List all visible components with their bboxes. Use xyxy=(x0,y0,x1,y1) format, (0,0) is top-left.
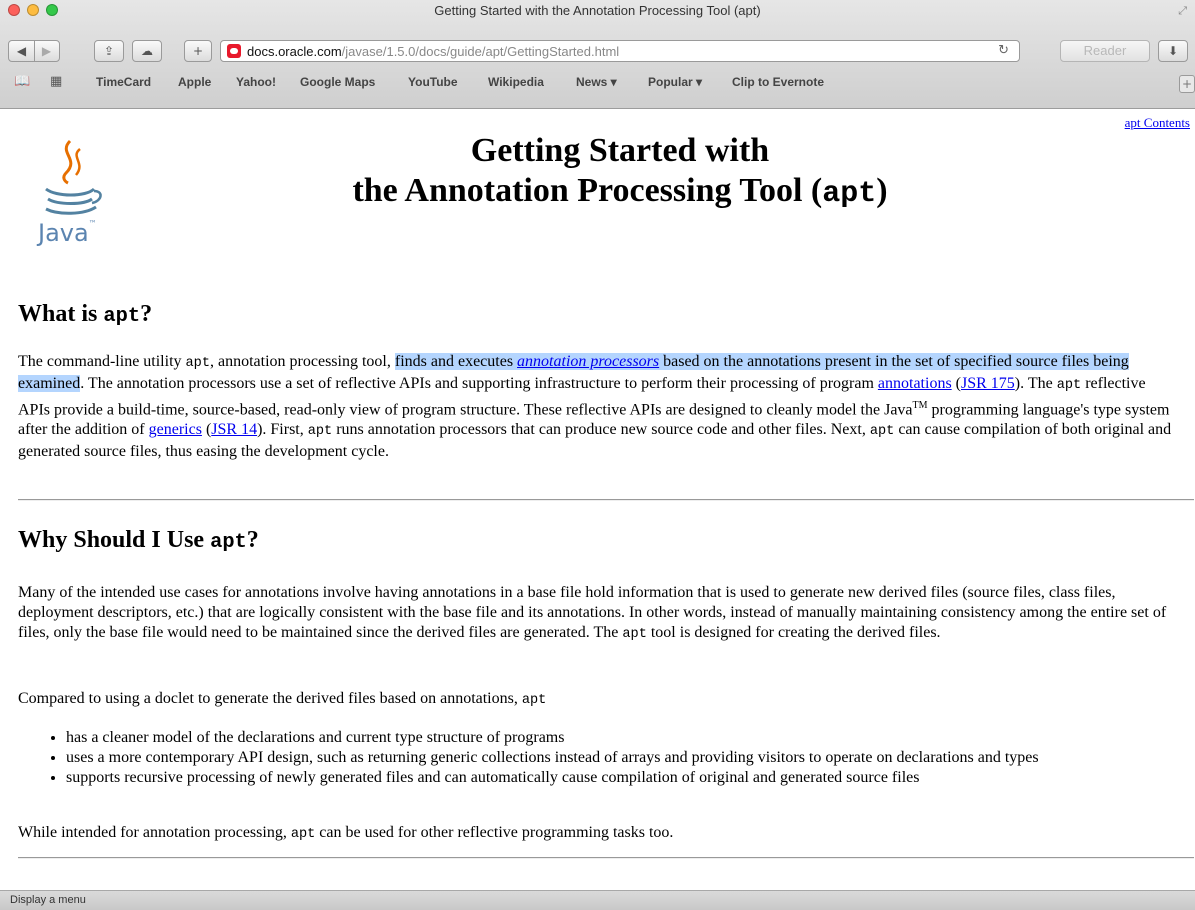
page-title-line2: the Annotation Processing Tool ( xyxy=(352,172,823,209)
jsr-14-link[interactable]: JSR 14 xyxy=(211,421,257,438)
java-logo-text: Java™ xyxy=(38,219,97,247)
toolbar: ◀ ▶ ⇪ ☁ + docs.oracle.com/javase/1.5.0/d… xyxy=(0,40,1195,66)
jsr-175-link[interactable]: JSR 175 xyxy=(961,375,1015,392)
bookmarks-bar: 📖 ▦ TimeCard Apple Yahoo! Google Maps Yo… xyxy=(0,73,1195,93)
text: tool is designed for creating the derive… xyxy=(646,624,941,641)
bookmark-google-maps[interactable]: Google Maps xyxy=(300,75,375,89)
back-icon[interactable]: ◀ xyxy=(9,44,34,58)
fullscreen-icon[interactable]: ⤢ xyxy=(1178,4,1187,18)
page-title-line1: Getting Started with xyxy=(470,132,770,169)
code: apt xyxy=(1056,378,1082,393)
status-bar: Display a menu xyxy=(0,890,1195,910)
bookmark-clip-to-evernote[interactable]: Clip to Evernote xyxy=(732,75,824,89)
text: ( xyxy=(201,421,212,439)
address-bar[interactable]: docs.oracle.com/javase/1.5.0/docs/guide/… xyxy=(220,40,1020,62)
code: apt xyxy=(307,424,333,440)
oracle-favicon-icon xyxy=(227,44,241,58)
text: , annotation processing tool, xyxy=(210,353,395,370)
plus-icon: + xyxy=(192,44,204,58)
text: ). The xyxy=(1014,375,1057,392)
advantages-list: has a cleaner model of the declarations … xyxy=(18,728,1195,788)
bookmark-wikipedia[interactable]: Wikipedia xyxy=(488,75,544,89)
bookmark-yahoo[interactable]: Yahoo! xyxy=(236,75,276,89)
what-is-apt-paragraph: The command-line utility apt, annotation… xyxy=(18,352,1178,462)
text: runs annotation processors that can prod… xyxy=(332,421,870,439)
text: . The annotation processors use a set of… xyxy=(80,375,878,392)
list-item: has a cleaner model of the declarations … xyxy=(66,728,1195,748)
page-title: Getting Started with the Annotation Proc… xyxy=(240,131,1000,214)
heading-text: ? xyxy=(246,527,259,553)
section-heading-why-use-apt: Why Should I Use apt? xyxy=(18,527,259,554)
closing-paragraph: While intended for annotation processing… xyxy=(18,823,1178,845)
heading-text: Why Should I Use xyxy=(18,527,211,553)
reader-button[interactable]: Reader xyxy=(1060,40,1150,62)
code: apt xyxy=(185,356,210,371)
reload-icon[interactable]: ↻ xyxy=(998,43,1009,58)
text: ( xyxy=(951,375,961,392)
new-tab-button[interactable]: + xyxy=(184,40,212,62)
heading-code: apt xyxy=(103,305,141,328)
text: Many of the intended use cases for annot… xyxy=(18,584,1167,641)
url-path: /javase/1.5.0/docs/guide/apt/GettingStar… xyxy=(341,44,620,59)
page-content: apt Contents Java™ Getting Started with … xyxy=(0,109,1195,889)
share-icon: ⇪ xyxy=(103,44,115,58)
divider xyxy=(18,499,1194,501)
heading-code: apt xyxy=(210,531,247,554)
code: apt xyxy=(290,827,316,842)
java-logo-tm: ™ xyxy=(88,219,97,228)
annotation-processors-link[interactable]: annotation processors xyxy=(517,353,659,370)
annotations-link[interactable]: annotations xyxy=(878,375,952,392)
heading-text: What is xyxy=(18,301,104,327)
generics-link[interactable]: generics xyxy=(149,421,202,438)
cloud-icon: ☁ xyxy=(141,44,153,58)
icloud-tabs-button[interactable]: ☁ xyxy=(132,40,162,62)
code: apt xyxy=(622,627,647,642)
doclet-comparison-paragraph: Compared to using a doclet to generate t… xyxy=(18,689,1178,711)
share-button[interactable]: ⇪ xyxy=(94,40,124,62)
download-icon: ⬇ xyxy=(1167,44,1179,58)
bookmark-timecard[interactable]: TimeCard xyxy=(96,75,151,89)
section-heading-what-is-apt: What is apt? xyxy=(18,301,152,328)
page-title-code: apt xyxy=(822,177,877,211)
apt-contents-link[interactable]: apt Contents xyxy=(1125,115,1190,131)
divider xyxy=(18,857,1194,859)
title-bar: Getting Started with the Annotation Proc… xyxy=(0,0,1195,22)
list-item: supports recursive processing of newly g… xyxy=(66,768,1195,788)
why-use-apt-paragraph: Many of the intended use cases for annot… xyxy=(18,583,1178,645)
bookmark-news-menu[interactable]: News ▾ xyxy=(576,75,617,89)
text: Compared to using a doclet to generate t… xyxy=(18,690,522,707)
heading-text: ? xyxy=(140,301,153,327)
add-bookmark-icon[interactable]: + xyxy=(1179,75,1195,93)
reading-list-icon[interactable]: 📖 xyxy=(14,74,30,89)
top-sites-icon[interactable]: ▦ xyxy=(50,74,62,89)
bookmark-popular-menu[interactable]: Popular ▾ xyxy=(648,75,702,89)
text: can be used for other reflective program… xyxy=(315,824,674,841)
text: While intended for annotation processing… xyxy=(18,824,291,841)
page-title-close: ) xyxy=(876,172,888,209)
text: ). First, xyxy=(257,421,308,439)
text: finds and executes xyxy=(394,353,518,370)
window-title: Getting Started with the Annotation Proc… xyxy=(434,3,761,18)
code: apt xyxy=(521,693,547,708)
text: The command-line utility xyxy=(18,353,186,370)
list-item: uses a more contemporary API design, suc… xyxy=(66,748,1195,768)
forward-icon[interactable]: ▶ xyxy=(34,44,59,58)
downloads-button[interactable]: ⬇ xyxy=(1158,40,1188,62)
back-forward-control: ◀ ▶ xyxy=(8,40,60,62)
address-text[interactable]: docs.oracle.com/javase/1.5.0/docs/guide/… xyxy=(247,44,619,59)
bookmark-youtube[interactable]: YouTube xyxy=(408,75,458,89)
code: apt xyxy=(869,424,895,440)
status-text: Display a menu xyxy=(10,894,86,906)
trademark: TM xyxy=(912,400,928,411)
bookmark-apple[interactable]: Apple xyxy=(178,75,211,89)
browser-chrome: Getting Started with the Annotation Proc… xyxy=(0,0,1195,109)
url-host: docs.oracle.com xyxy=(247,44,342,59)
java-logo-label: Java xyxy=(38,219,89,247)
